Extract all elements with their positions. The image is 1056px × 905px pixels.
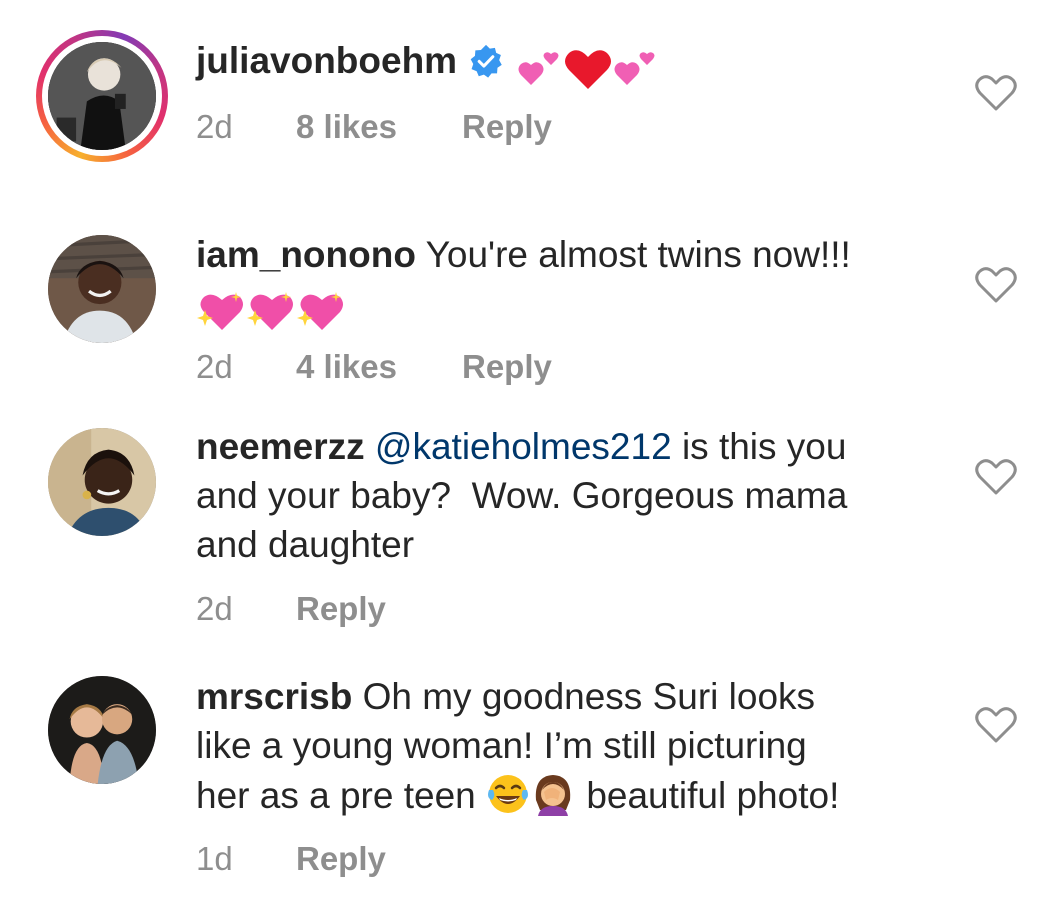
like-heart-icon[interactable] (974, 72, 1018, 112)
sparkling-heart-icon (247, 292, 293, 331)
username[interactable]: juliavonboehm (196, 40, 457, 81)
comment-meta: 2d 4 likes Reply (196, 348, 552, 386)
sparkling-heart-icon (297, 292, 343, 331)
avatar[interactable] (48, 235, 156, 343)
comment-text: beautiful photo! (586, 775, 840, 816)
comment-text: You're almost twins now!!! (425, 234, 851, 275)
emoji-group (517, 42, 659, 91)
verified-badge-icon (470, 44, 502, 78)
like-heart-icon[interactable] (974, 704, 1018, 744)
woman-facepalming-icon (535, 775, 571, 816)
like-heart-icon[interactable] (974, 264, 1018, 304)
comment-text: and daughter (196, 524, 415, 565)
comment-text: and your baby? Wow. Gorgeous mama (196, 475, 848, 516)
likes-count[interactable]: 8 likes (296, 108, 462, 146)
comment-text: is this you (681, 426, 847, 467)
avatar[interactable] (48, 428, 156, 536)
two-hearts-icon (614, 52, 655, 86)
comment-body: iam_nonono You're almost twins now!!! (196, 230, 936, 332)
avatar[interactable] (48, 42, 156, 150)
username[interactable]: iam_nonono (196, 234, 416, 275)
mention-link[interactable]: @katieholmes212 (375, 426, 672, 467)
timestamp: 1d (196, 840, 233, 877)
reply-button[interactable]: Reply (462, 108, 552, 146)
avatar[interactable] (48, 676, 156, 784)
sparkling-heart-icon (197, 292, 243, 331)
comment-body: neemerzz @katieholmes212 is this you and… (196, 422, 936, 569)
comment-text: her as a pre teen (196, 775, 476, 816)
reply-button[interactable]: Reply (296, 590, 386, 628)
comment-meta: 1d Reply (196, 840, 386, 878)
comment-text: Oh my goodness Suri looks (362, 676, 816, 717)
reply-button[interactable]: Reply (462, 348, 552, 386)
username[interactable]: mrscrisb (196, 676, 352, 717)
face-with-tears-of-joy-icon (488, 775, 529, 813)
comment-meta: 2d 8 likes Reply (196, 108, 552, 146)
two-hearts-icon (518, 52, 559, 86)
like-heart-icon[interactable] (974, 456, 1018, 496)
comment-body: juliavonboehm (196, 36, 936, 91)
timestamp: 2d (196, 348, 233, 385)
reply-button[interactable]: Reply (296, 840, 386, 878)
timestamp: 2d (196, 590, 233, 627)
likes-count[interactable]: 4 likes (296, 348, 462, 386)
comment-meta: 2d Reply (196, 590, 386, 628)
red-heart-icon (565, 50, 612, 90)
comment-text: like a young woman! I’m still picturing (196, 725, 807, 766)
timestamp: 2d (196, 108, 233, 145)
comment-body: mrscrisb Oh my goodness Suri looks like … (196, 672, 936, 820)
username[interactable]: neemerzz (196, 426, 365, 467)
emoji-group (196, 283, 346, 332)
